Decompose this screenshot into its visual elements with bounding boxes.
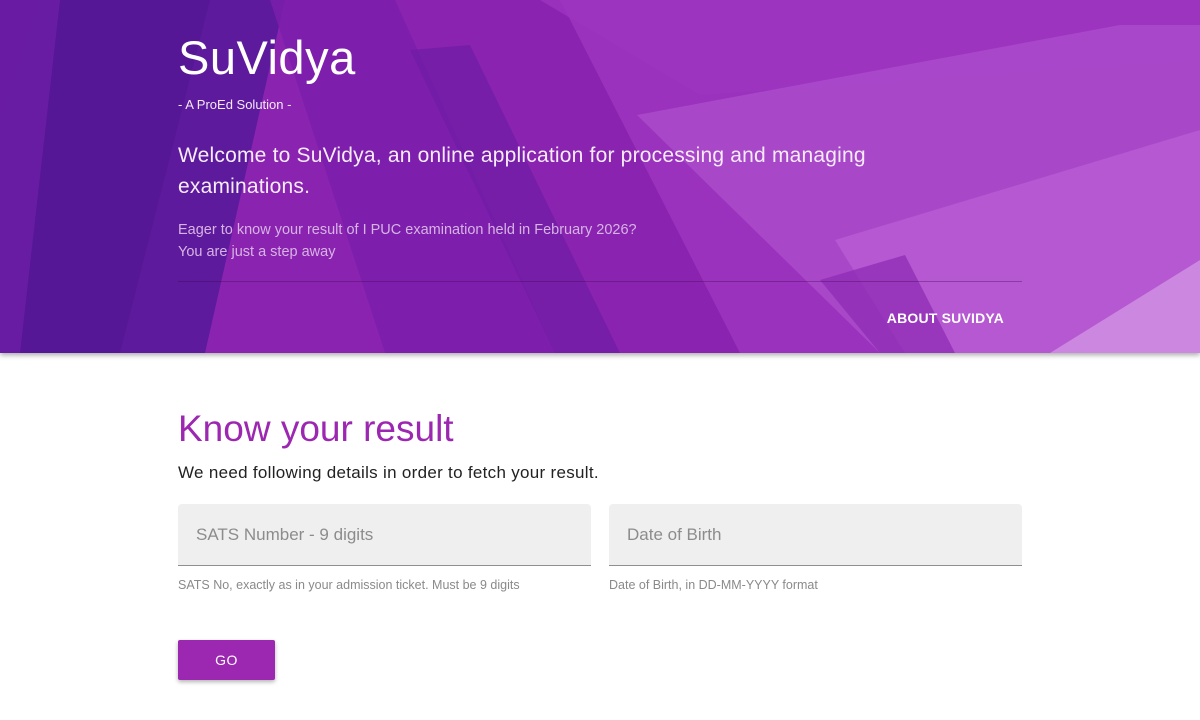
sats-helper-text: SATS No, exactly as in your admission ti…	[178, 578, 520, 592]
dob-field-group: Date of Birth, in DD-MM-YYYY format	[609, 504, 1022, 592]
go-button[interactable]: GO	[178, 640, 275, 680]
hero-content: SuVidya - A ProEd Solution - Welcome to …	[178, 0, 1022, 353]
sats-field-group: SATS No, exactly as in your admission ti…	[178, 504, 591, 592]
welcome-text: Welcome to SuVidya, an online applicatio…	[178, 144, 866, 198]
form-intro: We need following details in order to fe…	[178, 463, 599, 482]
brand-tagline: - A ProEd Solution -	[178, 97, 292, 112]
form-heading: Know your result	[178, 408, 454, 449]
result-prompt-line-2: You are just a step away	[178, 244, 336, 260]
about-suvidya-link[interactable]: ABOUT SUVIDYA	[887, 309, 1004, 327]
hero-banner: SuVidya - A ProEd Solution - Welcome to …	[0, 0, 1200, 353]
result-prompt-line-1: Eager to know your result of I PUC exami…	[178, 222, 637, 238]
dob-helper-text: Date of Birth, in DD-MM-YYYY format	[609, 578, 818, 592]
brand-title: SuVidya	[178, 31, 356, 84]
result-prompt: Eager to know your result of I PUC exami…	[178, 219, 637, 263]
date-of-birth-input[interactable]	[609, 504, 1022, 566]
hero-divider	[178, 281, 1022, 282]
sats-number-input[interactable]	[178, 504, 591, 566]
